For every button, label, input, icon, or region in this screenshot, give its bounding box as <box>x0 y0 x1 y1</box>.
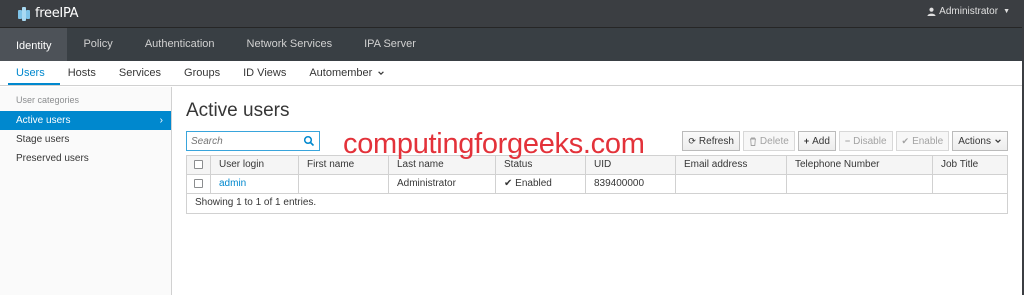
column-header-last-name[interactable]: Last name <box>389 156 496 174</box>
column-header-job-title[interactable]: Job Title <box>933 156 1007 174</box>
user-login-link[interactable]: admin <box>219 178 246 189</box>
tab-policy[interactable]: Policy <box>67 28 128 61</box>
tab-authentication[interactable]: Authentication <box>129 28 231 61</box>
table-header-row: User login First name Last name Status U… <box>187 156 1007 175</box>
user-name: Administrator <box>939 6 999 17</box>
add-label: Add <box>812 135 830 147</box>
subtab-services[interactable]: Services <box>111 61 176 85</box>
tab-ipa-server[interactable]: IPA Server <box>348 28 432 61</box>
cell-email <box>676 175 787 193</box>
sidebar-item-active-users[interactable]: Active users › <box>0 111 171 130</box>
sidebar-item-stage-users[interactable]: Stage users <box>0 130 171 149</box>
select-all-checkbox[interactable] <box>194 159 203 169</box>
brand[interactable]: freeIPA <box>18 6 79 21</box>
caret-down-icon: ▼ <box>1003 8 1010 15</box>
table-footer: Showing 1 to 1 of 1 entries. <box>195 197 317 208</box>
page-title: Active users <box>186 100 290 121</box>
disable-button[interactable]: − Disable <box>838 131 893 151</box>
sidebar-item-label: Active users <box>16 115 71 126</box>
sidebar-category-label: User categories <box>16 95 80 105</box>
user-menu[interactable]: Administrator ▼ <box>927 6 1010 17</box>
subtab-groups[interactable]: Groups <box>176 61 235 85</box>
subtab-automember-label: Automember <box>309 67 373 79</box>
delete-label: Delete <box>759 135 789 147</box>
column-header-status[interactable]: Status <box>496 156 586 174</box>
secondary-nav: Users Hosts Services Groups ID Views Aut… <box>0 61 1024 86</box>
cell-job-title <box>933 175 1007 193</box>
cell-user-login: admin <box>211 175 299 193</box>
subtab-hosts[interactable]: Hosts <box>60 61 111 85</box>
sidebar-item-preserved-users[interactable]: Preserved users <box>0 149 171 168</box>
brand-name: freeIPA <box>35 6 79 21</box>
select-all-cell <box>187 156 211 174</box>
subtab-id-views[interactable]: ID Views <box>235 61 301 85</box>
check-icon: ✔ <box>901 135 910 146</box>
plus-icon: + <box>803 136 810 146</box>
subtab-users[interactable]: Users <box>8 61 60 85</box>
column-header-first-name[interactable]: First name <box>299 156 389 174</box>
enable-button[interactable]: ✔ Enable <box>895 131 950 151</box>
users-table: User login First name Last name Status U… <box>186 155 1008 214</box>
table-row: admin Administrator ✔ Enabled 839400000 <box>187 175 1007 194</box>
chevron-down-icon <box>995 139 1001 144</box>
search-icon[interactable] <box>303 135 315 147</box>
user-icon <box>927 7 936 16</box>
cell-last-name: Administrator <box>389 175 496 193</box>
column-header-telephone[interactable]: Telephone Number <box>787 156 933 174</box>
column-header-email[interactable]: Email address <box>676 156 787 174</box>
actions-button[interactable]: Actions <box>952 131 1008 151</box>
masthead: freeIPA Administrator ▼ <box>0 0 1024 28</box>
status-text: Enabled <box>515 178 552 189</box>
cell-telephone <box>787 175 933 193</box>
refresh-icon: ⟳ <box>688 135 696 146</box>
check-icon: ✔ <box>504 178 513 189</box>
column-header-user-login[interactable]: User login <box>211 156 299 174</box>
primary-nav: Identity Policy Authentication Network S… <box>0 28 1024 61</box>
cell-first-name <box>299 175 389 193</box>
cell-uid: 839400000 <box>586 175 676 193</box>
freeipa-logo-icon <box>18 6 30 21</box>
cell-status: ✔ Enabled <box>496 175 586 193</box>
tab-identity[interactable]: Identity <box>0 28 68 61</box>
row-checkbox[interactable] <box>194 178 203 188</box>
sidebar: User categories Active users › Stage use… <box>0 87 172 295</box>
tab-network-services[interactable]: Network Services <box>231 28 349 61</box>
add-button[interactable]: + Add <box>797 131 836 151</box>
search-input[interactable] <box>187 132 297 150</box>
trash-icon <box>749 137 756 146</box>
disable-label: Disable <box>853 135 887 147</box>
refresh-label: Refresh <box>698 135 734 147</box>
delete-button[interactable]: Delete <box>742 131 795 151</box>
actions-label: Actions <box>958 135 991 147</box>
subtab-automember[interactable]: Automember <box>301 61 400 85</box>
row-select-cell <box>187 175 211 193</box>
chevron-right-icon: › <box>159 115 163 126</box>
minus-icon: − <box>844 136 851 146</box>
enable-label: Enable <box>912 135 944 147</box>
main-content: Active users ⟳ Refresh Delete + Add − Di… <box>186 87 1010 214</box>
search-box <box>186 131 320 151</box>
refresh-button[interactable]: ⟳ Refresh <box>682 131 740 151</box>
toolbar: ⟳ Refresh Delete + Add − Disable ✔ Enabl… <box>186 131 1008 151</box>
toolbar-buttons: ⟳ Refresh Delete + Add − Disable ✔ Enabl… <box>682 131 1008 151</box>
chevron-down-icon <box>378 71 385 76</box>
column-header-uid[interactable]: UID <box>586 156 676 174</box>
